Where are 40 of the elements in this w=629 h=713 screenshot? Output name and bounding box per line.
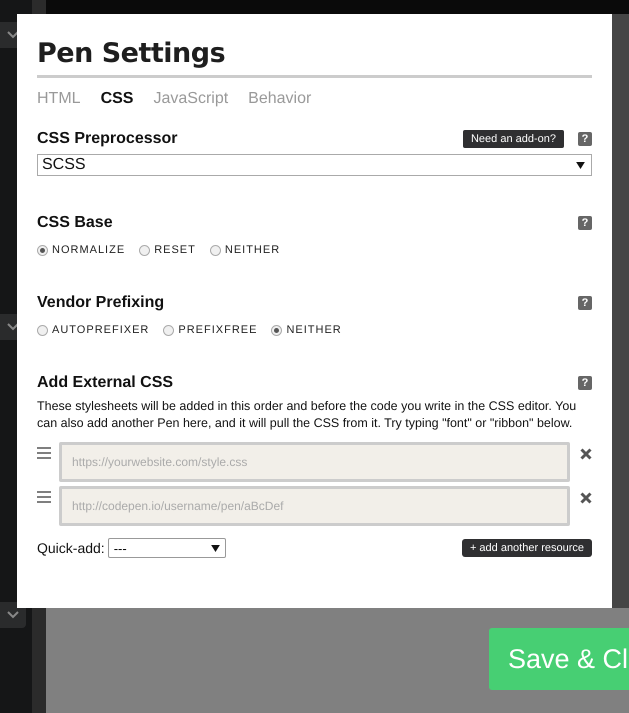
quick-add-label: Quick-add: bbox=[37, 540, 105, 556]
preprocessor-select[interactable]: SCSS bbox=[37, 154, 592, 176]
radio-label: AUTOPREFIXER bbox=[52, 324, 150, 336]
radio-button[interactable] bbox=[37, 324, 48, 336]
tab[interactable]: CSS bbox=[100, 90, 134, 108]
close-icon[interactable] bbox=[580, 492, 592, 504]
chevron-icon bbox=[7, 31, 19, 39]
chevron-icon bbox=[7, 323, 19, 331]
radio-button[interactable] bbox=[139, 244, 150, 256]
close-icon[interactable] bbox=[580, 448, 592, 460]
caret-icon bbox=[576, 162, 585, 168]
help-icon[interactable]: ? bbox=[578, 296, 592, 310]
help-icon[interactable]: ? bbox=[578, 376, 592, 390]
radio-label: PREFIXFREE bbox=[178, 324, 258, 336]
dialog-title: Pen Settings bbox=[37, 38, 592, 78]
section-title: CSS Base bbox=[37, 214, 113, 232]
radio-label: NEITHER bbox=[224, 244, 280, 256]
help-icon[interactable]: ? bbox=[578, 132, 592, 146]
drag-handle-icon[interactable] bbox=[37, 490, 51, 504]
add-resource-button[interactable]: + add another resource bbox=[462, 539, 592, 557]
radio-label: NORMALIZE bbox=[52, 244, 126, 256]
section-title: Vendor Prefixing bbox=[37, 294, 164, 312]
help-icon[interactable]: ? bbox=[578, 216, 592, 230]
radio-button[interactable] bbox=[163, 324, 174, 336]
section-title: Add External CSS bbox=[37, 374, 174, 392]
addon-button[interactable]: Need an add-on? bbox=[462, 130, 564, 148]
description-text: These stylesheets will be added in this order and before the code you write in the CSS editor. You can also add another Pen here, and it will pull the CSS from it. Try typing "font" or "ribbon" below. bbox=[37, 398, 578, 432]
section-title: CSS Preprocessor bbox=[37, 130, 178, 148]
chevron-icon bbox=[7, 611, 19, 619]
drag-handle-icon[interactable] bbox=[37, 446, 51, 460]
quick-add-select[interactable]: --- bbox=[108, 538, 226, 558]
radio-label: RESET bbox=[154, 244, 196, 256]
radio-button[interactable] bbox=[271, 324, 282, 336]
url-field[interactable]: http://codepen.io/username/pen/aBcDef bbox=[59, 486, 570, 526]
radio-label: NEITHER bbox=[286, 324, 342, 336]
url-field[interactable]: https://yourwebsite.com/style.css bbox=[59, 442, 570, 482]
collapse-button[interactable] bbox=[0, 602, 26, 628]
caret-icon bbox=[210, 544, 220, 552]
radio-button[interactable] bbox=[210, 244, 221, 256]
radio-button[interactable] bbox=[37, 244, 48, 256]
